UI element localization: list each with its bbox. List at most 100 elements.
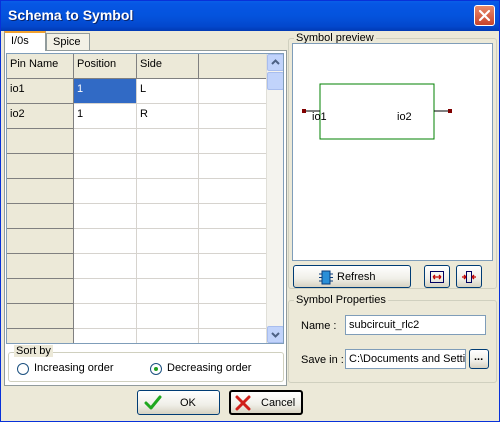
browse-button[interactable]: ... — [469, 349, 489, 369]
empty-cell[interactable] — [137, 179, 199, 204]
row-header-cell[interactable] — [7, 229, 74, 254]
tab-ios-label: I/0s — [11, 35, 29, 47]
row-header-cell[interactable] — [7, 279, 74, 304]
save-path-input[interactable]: C:\Documents and Setti — [345, 349, 466, 369]
title-bar[interactable]: Schema to Symbol — [1, 1, 499, 31]
pin-io1-label: io1 — [312, 111, 327, 123]
empty-cell[interactable] — [137, 304, 199, 329]
empty-cell[interactable] — [137, 154, 199, 179]
cancel-button[interactable]: Cancel — [229, 390, 303, 415]
refresh-button[interactable]: Refresh — [293, 265, 411, 288]
empty-cell[interactable] — [199, 204, 267, 229]
table-row — [7, 129, 267, 154]
arrow-up-icon — [271, 59, 280, 65]
grid-vertical-scrollbar[interactable] — [266, 54, 283, 343]
side-cell[interactable]: L — [137, 79, 199, 104]
header-side[interactable]: Side — [137, 54, 199, 79]
empty-cell[interactable] — [74, 229, 137, 254]
table-row — [7, 154, 267, 179]
position-cell[interactable]: 1 — [74, 104, 137, 129]
increasing-order-radio[interactable] — [17, 363, 29, 375]
scroll-thumb[interactable] — [267, 72, 283, 90]
symbol-preview-canvas: io1 io2 — [292, 43, 493, 261]
table-row — [7, 179, 267, 204]
pin-grid[interactable]: Pin Name Position Side io1 1 L io2 1 R — [6, 53, 284, 344]
row-header-cell[interactable] — [7, 329, 74, 343]
increasing-order-label[interactable]: Increasing order — [34, 362, 114, 374]
empty-cell[interactable] — [199, 279, 267, 304]
grid-header-row: Pin Name Position Side — [7, 54, 267, 79]
table-row — [7, 304, 267, 329]
decreasing-order-label[interactable]: Decreasing order — [167, 362, 251, 374]
row-header-cell[interactable] — [7, 129, 74, 154]
symbol-body — [319, 83, 435, 140]
scroll-up-button[interactable] — [267, 54, 283, 71]
refresh-label: Refresh — [337, 271, 376, 283]
pin-grid-body: Pin Name Position Side io1 1 L io2 1 R — [7, 54, 267, 343]
empty-cell[interactable] — [74, 304, 137, 329]
decreasing-order-radio[interactable] — [150, 363, 162, 375]
arrow-down-icon — [271, 332, 280, 338]
empty-cell[interactable] — [74, 329, 137, 343]
table-row — [7, 254, 267, 279]
empty-cell[interactable] — [199, 154, 267, 179]
header-position[interactable]: Position — [74, 54, 137, 79]
tab-ios[interactable]: I/0s — [4, 31, 46, 51]
compress-horizontal-icon — [462, 271, 476, 283]
tab-spice[interactable]: Spice — [46, 33, 90, 51]
position-cell[interactable]: 1 — [74, 79, 137, 104]
empty-cell[interactable] — [199, 229, 267, 254]
empty-cell[interactable] — [137, 279, 199, 304]
header-pin-name[interactable]: Pin Name — [7, 54, 74, 79]
table-row — [7, 204, 267, 229]
pin-io1-marker — [302, 109, 306, 113]
row-header-cell[interactable] — [7, 154, 74, 179]
expand-horizontal-button[interactable] — [424, 265, 450, 288]
scroll-down-button[interactable] — [267, 326, 283, 343]
empty-cell[interactable] — [74, 154, 137, 179]
empty-cell[interactable] — [74, 279, 137, 304]
close-icon — [478, 9, 491, 22]
empty-cell[interactable] — [199, 329, 267, 343]
empty-cell[interactable] — [199, 179, 267, 204]
symbol-name-input[interactable]: subcircuit_rlc2 — [345, 315, 486, 335]
ok-button[interactable]: OK — [137, 390, 220, 415]
symbol-properties-label: Symbol Properties — [294, 294, 388, 306]
window-title: Schema to Symbol — [8, 7, 134, 23]
row-header-cell[interactable]: io2 — [7, 104, 74, 129]
row-header-cell[interactable] — [7, 204, 74, 229]
empty-cell[interactable] — [137, 329, 199, 343]
empty-cell[interactable] — [199, 254, 267, 279]
empty-cell[interactable] — [199, 129, 267, 154]
symbol-properties-group — [288, 300, 497, 383]
refresh-chip-icon — [319, 270, 333, 285]
table-row — [7, 329, 267, 343]
table-row: io1 1 L — [7, 79, 267, 104]
empty-cell[interactable] — [74, 204, 137, 229]
side-cell[interactable]: R — [137, 104, 199, 129]
cancel-label: Cancel — [261, 397, 296, 409]
red-x-icon — [235, 395, 251, 411]
empty-cell[interactable] — [74, 129, 137, 154]
empty-cell[interactable] — [199, 79, 267, 104]
empty-cell[interactable] — [137, 129, 199, 154]
row-header-cell[interactable] — [7, 304, 74, 329]
pin-io2-marker — [448, 109, 452, 113]
empty-cell[interactable] — [199, 304, 267, 329]
empty-cell[interactable] — [137, 229, 199, 254]
row-header-cell[interactable] — [7, 254, 74, 279]
row-header-cell[interactable] — [7, 179, 74, 204]
empty-cell[interactable] — [74, 254, 137, 279]
browse-label: ... — [474, 351, 484, 363]
empty-cell[interactable] — [137, 254, 199, 279]
pin-io2-label: io2 — [397, 111, 412, 123]
empty-cell[interactable] — [74, 179, 137, 204]
row-header-cell[interactable]: io1 — [7, 79, 74, 104]
close-button[interactable] — [474, 5, 495, 26]
sort-by-label: Sort by — [14, 345, 53, 357]
compress-horizontal-button[interactable] — [456, 265, 482, 288]
check-icon — [144, 395, 162, 410]
empty-cell[interactable] — [199, 104, 267, 129]
empty-cell[interactable] — [137, 204, 199, 229]
save-in-label: Save in : — [301, 354, 344, 366]
